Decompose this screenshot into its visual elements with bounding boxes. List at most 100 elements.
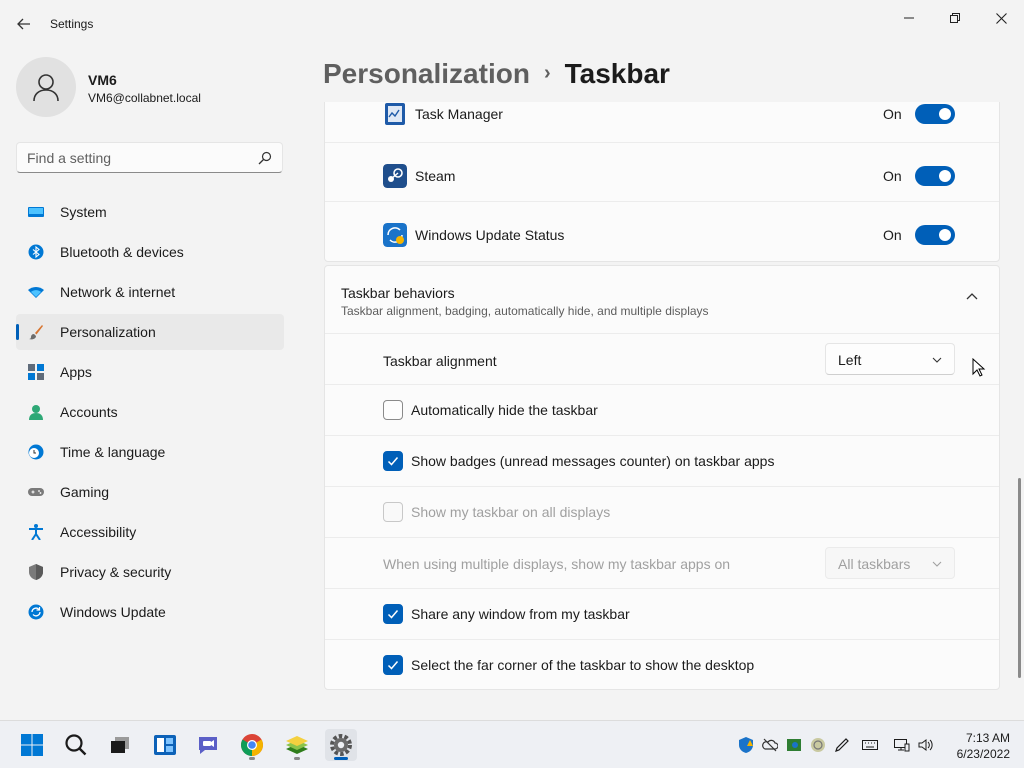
all-displays-checkbox[interactable] [383,502,403,522]
task-manager-icon [385,103,405,125]
taskbar-alignment-label: Taskbar alignment [383,353,497,369]
scrollbar-thumb[interactable] [1018,478,1021,678]
network-icon[interactable] [894,737,910,753]
sidebar-item-label: Personalization [60,324,156,340]
gamepad-icon [28,488,44,496]
system-clock[interactable]: 7:13 AM 6/23/2022 [944,730,1010,762]
overflow-app-row: Task Manager On [325,102,999,131]
steam-icon [383,164,407,188]
breadcrumb-separator: › [543,62,551,84]
bluestacks-button[interactable] [281,729,313,761]
taskbar-behaviors-header[interactable]: Taskbar behaviors Taskbar alignment, bad… [325,266,999,332]
minimize-icon [904,17,914,19]
dropdown-value: Left [838,352,862,368]
sidebar-item-windows-update[interactable]: Windows Update [16,594,284,630]
sidebar-item-label: Network & internet [60,284,176,300]
overflow-app-row: Windows Update Status On [325,220,999,254]
far-corner-row: Select the far corner of the taskbar to … [325,640,999,690]
taskbar-search-button[interactable] [60,729,92,761]
steam-toggle[interactable] [915,166,955,186]
task-manager-toggle[interactable] [915,104,955,124]
taskbar-alignment-row: Taskbar alignment Left [325,334,999,384]
update-icon [28,604,44,620]
all-displays-label: Show my taskbar on all displays [411,504,611,520]
share-window-checkbox[interactable] [383,604,403,624]
taskbar-behaviors-card: Taskbar behaviors Taskbar alignment, bad… [324,265,1000,690]
app-title: Settings [50,17,94,31]
search-icon [258,151,272,165]
overflow-app-row: Steam On [325,161,999,195]
widgets-button[interactable] [149,729,181,761]
teams-chat-icon [199,737,217,754]
all-displays-row: Show my taskbar on all displays [325,487,999,537]
task-view-button[interactable] [104,729,136,761]
sidebar-item-bluetooth[interactable]: Bluetooth & devices [16,234,284,270]
volume-icon[interactable] [918,737,934,753]
chrome-button[interactable] [236,729,268,761]
settings-taskbar-button[interactable] [325,729,357,761]
expander-title: Taskbar behaviors [341,285,455,301]
widgets-icon [154,735,176,755]
sidebar-item-accessibility[interactable]: Accessibility [16,514,284,550]
dropdown-value: All taskbars [838,556,911,572]
back-button[interactable] [12,12,36,36]
selection-indicator [16,324,19,340]
maximize-button[interactable] [932,6,978,30]
teams-chat-button[interactable] [192,729,224,761]
title-bar: Settings [0,0,1024,48]
clock-time: 7:13 AM [965,731,1010,745]
far-corner-label: Select the far corner of the taskbar to … [411,657,755,673]
sidebar-item-gaming[interactable]: Gaming [16,474,284,510]
sidebar-item-personalization[interactable]: Personalization [16,314,284,350]
far-corner-checkbox[interactable] [383,655,403,675]
sidebar-item-label: Gaming [60,484,110,500]
sidebar-item-accounts[interactable]: Accounts [16,394,284,430]
badges-row: Show badges (unread messages counter) on… [325,436,999,486]
steam-tray-icon[interactable] [786,737,802,753]
share-window-row: Share any window from my taskbar [325,589,999,639]
taskbar-alignment-dropdown[interactable]: Left [825,343,955,375]
pen-icon[interactable] [834,737,850,753]
defender-icon[interactable] [738,737,754,753]
shield-icon [29,564,43,580]
sidebar-item-label: Accessibility [60,524,137,540]
active-indicator [334,757,348,760]
chevron-down-icon [932,561,942,567]
chevron-up-icon[interactable] [965,290,979,304]
paintbrush-icon [29,325,43,340]
sidebar-item-label: Apps [60,364,92,380]
windows-update-status-toggle[interactable] [915,225,955,245]
update-tray-icon[interactable] [810,737,826,753]
multi-display-dropdown[interactable]: All taskbars [825,547,955,579]
sidebar-item-privacy[interactable]: Privacy & security [16,554,284,590]
windows-taskbar: 7:13 AM 6/23/2022 [0,720,1024,768]
sidebar-nav: System Bluetooth & devices Network & int… [16,194,284,634]
breadcrumb-parent[interactable]: Personalization [323,58,530,89]
sidebar-item-label: Bluetooth & devices [60,244,184,260]
share-window-label: Share any window from my taskbar [411,606,630,622]
running-indicator [294,757,300,760]
onedrive-icon[interactable] [762,737,778,753]
keyboard-icon[interactable] [862,737,878,753]
windows-start-icon [21,734,43,756]
badges-checkbox[interactable] [383,451,403,471]
start-button[interactable] [16,729,48,761]
search-placeholder: Find a setting [27,150,112,166]
task-view-icon [111,737,129,753]
auto-hide-checkbox[interactable] [383,400,403,420]
bluetooth-icon [28,244,44,260]
sidebar-item-apps[interactable]: Apps [16,354,284,390]
search-input[interactable]: Find a setting [16,142,283,173]
multi-display-row: When using multiple displays, show my ta… [325,538,999,588]
badges-label: Show badges (unread messages counter) on… [411,453,775,469]
divider [325,142,999,143]
settings-gear-icon [330,734,352,756]
sidebar-item-system[interactable]: System [16,194,284,230]
close-button[interactable] [978,6,1024,30]
mouse-cursor-icon [972,358,986,377]
avatar[interactable] [16,57,76,117]
minimize-button[interactable] [886,6,932,30]
sidebar-item-time-language[interactable]: Time & language [16,434,284,470]
sidebar-item-network[interactable]: Network & internet [16,274,284,310]
expander-subtitle: Taskbar alignment, badging, automaticall… [341,304,709,318]
